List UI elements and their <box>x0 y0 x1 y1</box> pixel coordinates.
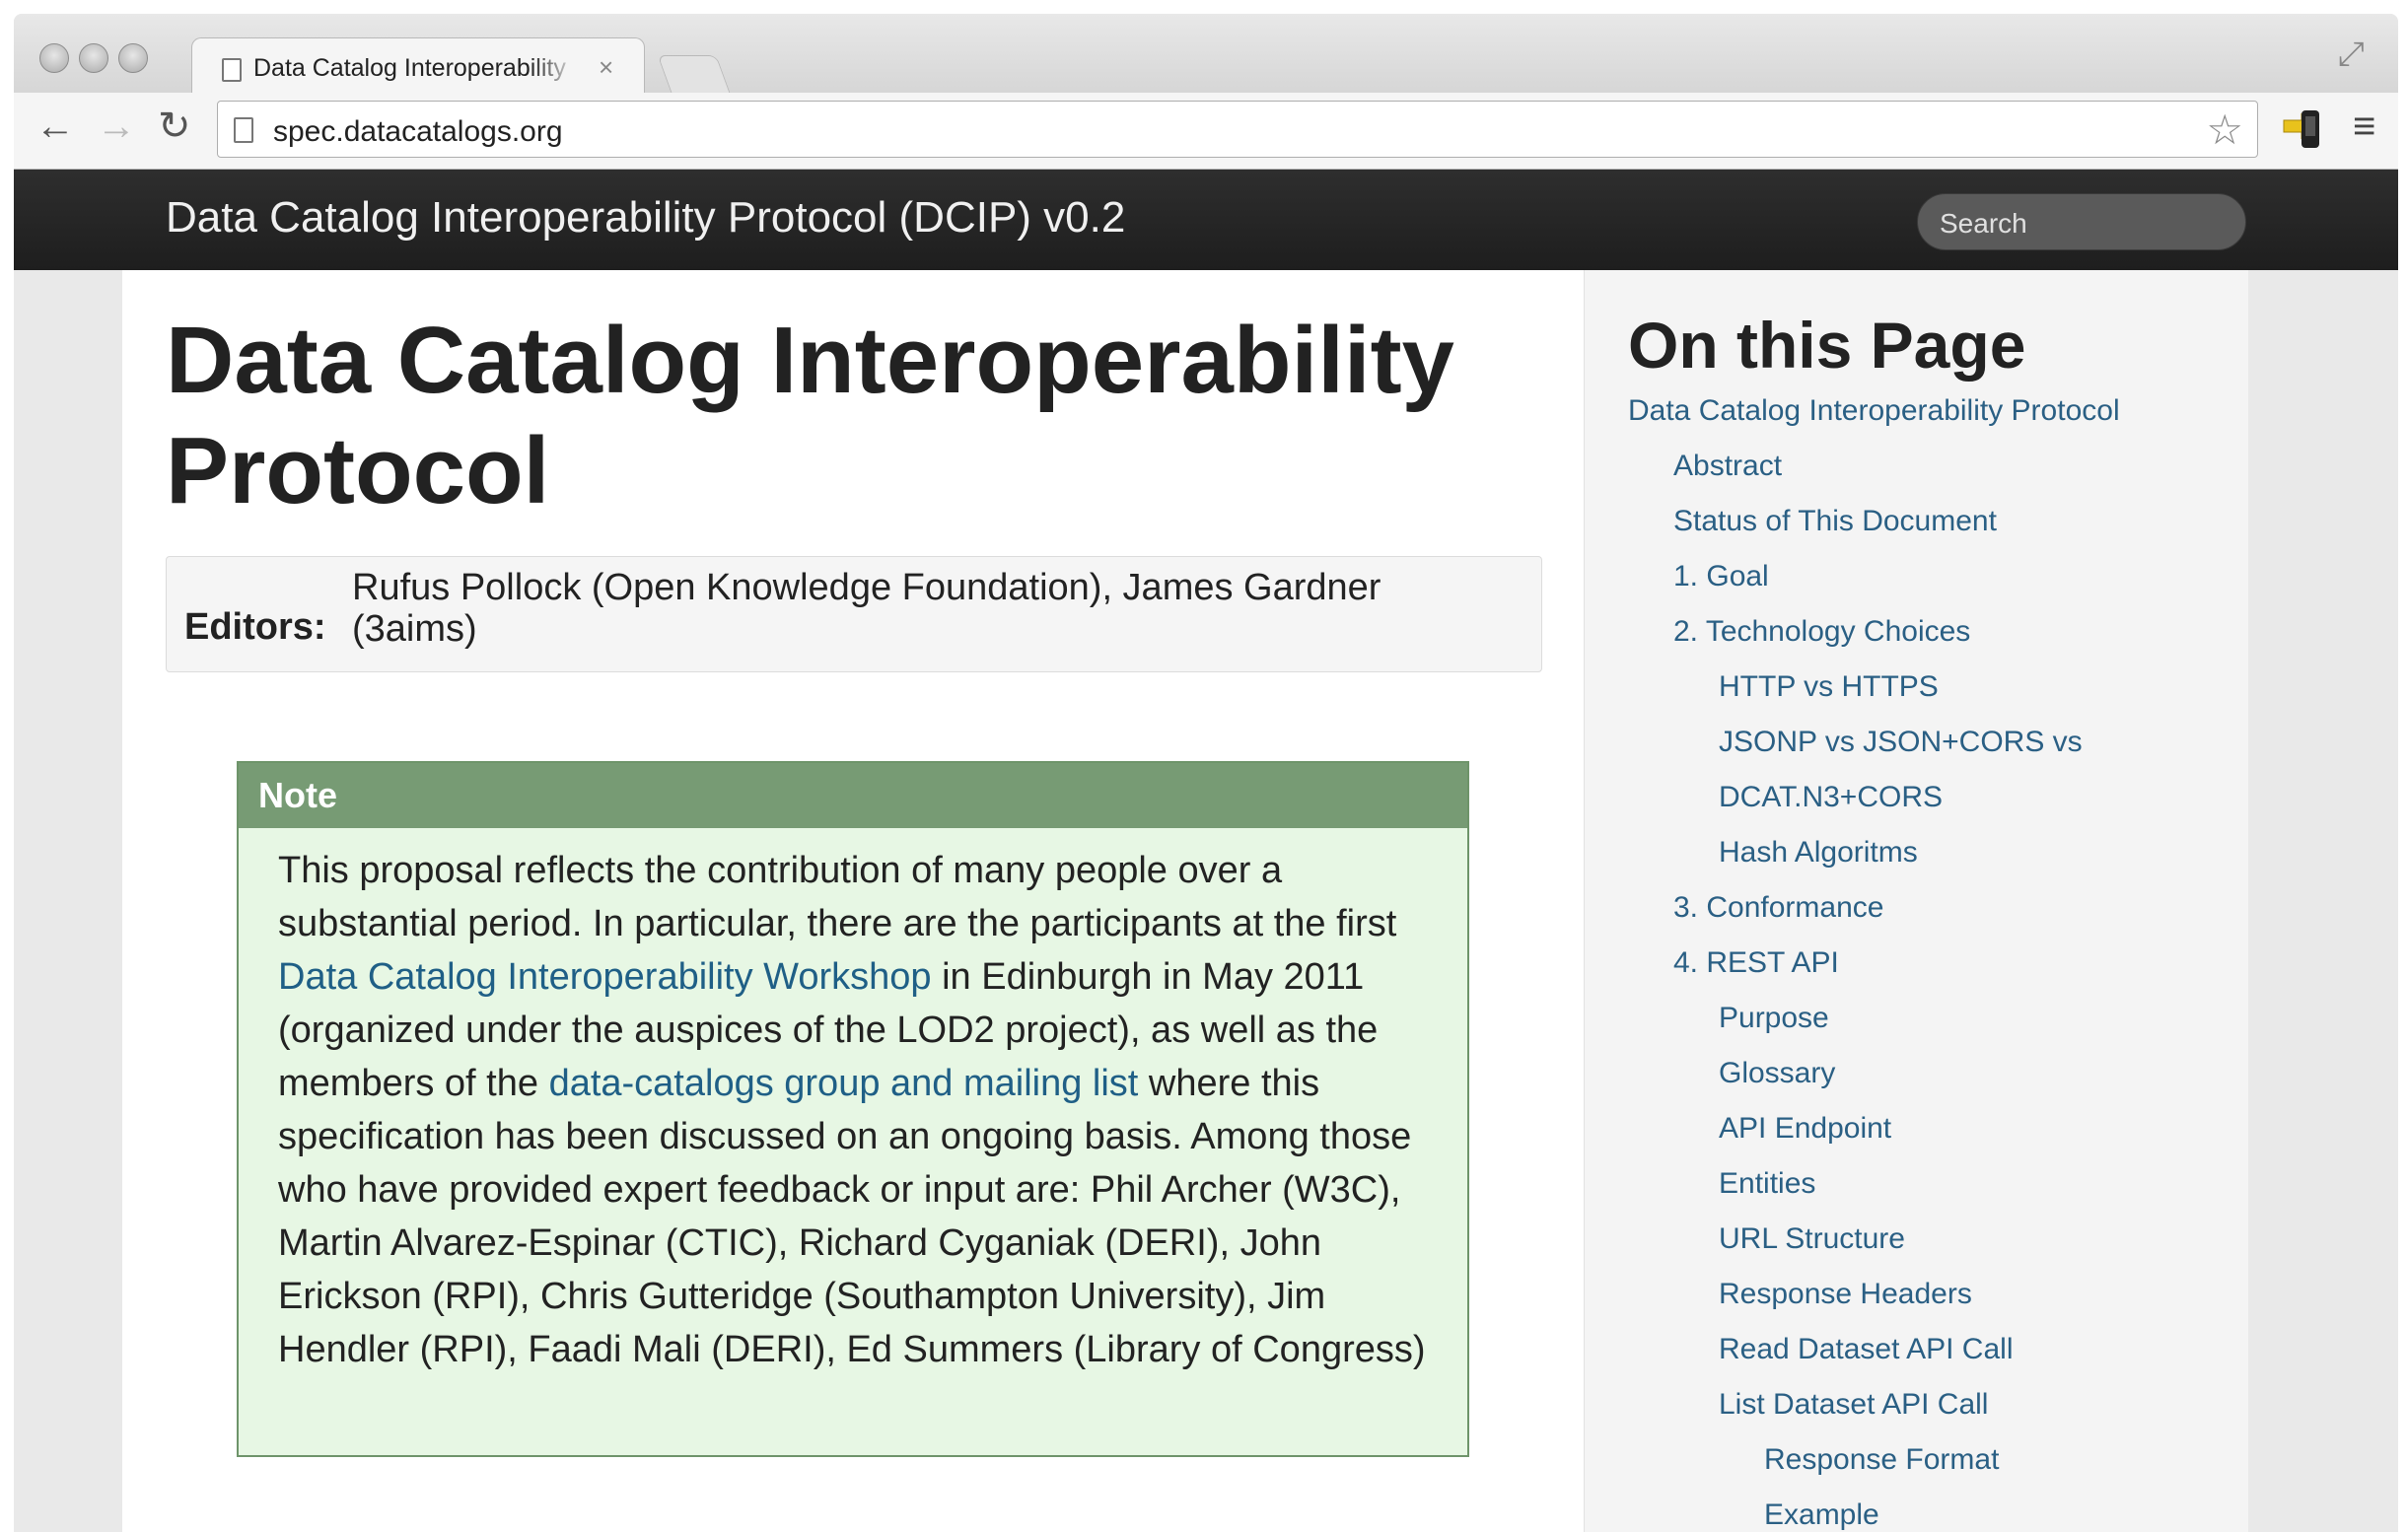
toc-item[interactable]: Read Dataset API Call <box>1719 1333 2014 1366</box>
minimize-window-button[interactable] <box>79 43 108 73</box>
toc-item[interactable]: Glossary <box>1719 1057 1835 1090</box>
fullscreen-icon[interactable]: ⤢ <box>2338 35 2365 74</box>
toc-item[interactable]: HTTP vs HTTPS <box>1719 670 1939 704</box>
tab-close-icon[interactable]: × <box>599 52 613 83</box>
close-window-button[interactable] <box>39 43 69 73</box>
menu-icon[interactable]: ≡ <box>2353 104 2375 149</box>
note-heading: Note <box>239 763 1467 828</box>
workshop-link[interactable]: Data Catalog Interoperability Workshop <box>278 956 932 998</box>
toc-item[interactable]: DCAT.N3+CORS <box>1719 781 1943 814</box>
zoom-window-button[interactable] <box>118 43 148 73</box>
title-bar: Data Catalog Interoperability × ⤢ <box>14 14 2398 96</box>
toc-item[interactable]: Response Headers <box>1719 1278 1972 1311</box>
search-input[interactable]: Search <box>1917 193 2246 250</box>
browser-window: Data Catalog Interoperability × ⤢ ← → ↻ … <box>14 14 2398 1532</box>
note-text: This proposal reflects the contribution … <box>278 850 1397 944</box>
url-text: spec.datacatalogs.org <box>273 115 563 148</box>
browser-toolbar: ← → ↻ spec.datacatalogs.org ☆ ≡ <box>14 93 2398 170</box>
toc-item[interactable]: 2. Technology Choices <box>1673 615 1970 649</box>
reload-icon[interactable]: ↻ <box>158 106 191 146</box>
new-tab-button[interactable] <box>657 55 732 96</box>
toc-item[interactable]: Purpose <box>1719 1002 1829 1035</box>
browser-tab[interactable]: Data Catalog Interoperability × <box>191 37 645 95</box>
toc-item[interactable]: 4. REST API <box>1673 946 1839 980</box>
toc-item[interactable]: 1. Goal <box>1673 560 1769 593</box>
editors-box: Editors: Rufus Pollock (Open Knowledge F… <box>166 556 1542 672</box>
toc-item[interactable]: Abstract <box>1673 450 1782 483</box>
toc-item[interactable]: List Dataset API Call <box>1719 1388 1988 1422</box>
page-content: Data Catalog Interoperability Protocol E… <box>122 270 2248 1532</box>
site-navbar: Data Catalog Interoperability Protocol (… <box>14 170 2398 270</box>
address-bar[interactable]: spec.datacatalogs.org ☆ <box>217 101 2258 158</box>
note-body: This proposal reflects the contribution … <box>278 844 1442 1376</box>
tab-title: Data Catalog Interoperability <box>253 54 566 82</box>
toc-item[interactable]: JSONP vs JSON+CORS vs <box>1719 726 2083 759</box>
page-icon <box>234 117 253 143</box>
note-box: Note This proposal reflects the contribu… <box>237 761 1469 1457</box>
site-brand-link[interactable]: Data Catalog Interoperability Protocol (… <box>166 193 1125 243</box>
mailing-list-link[interactable]: data-catalogs group and mailing list <box>549 1063 1139 1104</box>
back-arrow-icon[interactable]: ← <box>35 106 75 146</box>
document-icon <box>222 58 242 82</box>
editors-label: Editors: <box>184 606 326 648</box>
toc-item[interactable]: Status of This Document <box>1673 505 1997 538</box>
note-text: where this specification has been discus… <box>278 1063 1426 1370</box>
toc-item[interactable]: API Endpoint <box>1719 1112 1891 1146</box>
extension-icon[interactable] <box>2282 106 2321 152</box>
toc-item[interactable]: 3. Conformance <box>1673 891 1883 925</box>
bookmark-star-icon[interactable]: ☆ <box>2206 105 2243 154</box>
page-viewport: Data Catalog Interoperability Protocol (… <box>14 170 2398 1532</box>
toc-item[interactable]: Entities <box>1719 1167 1815 1201</box>
editors-value: Rufus Pollock (Open Knowledge Foundation… <box>352 567 1381 650</box>
toc-title: On this Page <box>1628 309 2026 382</box>
toc-sidebar: On this Page Data Catalog Interoperabili… <box>1584 270 2248 1532</box>
toc-item[interactable]: Response Format <box>1764 1443 1999 1477</box>
toc-item[interactable]: Data Catalog Interoperability Protocol <box>1628 394 2120 428</box>
page-title: Data Catalog Interoperability Protocol <box>166 308 1454 523</box>
toc-item[interactable]: Example <box>1764 1498 1879 1532</box>
toc-item[interactable]: URL Structure <box>1719 1222 1905 1256</box>
forward-arrow-icon[interactable]: → <box>97 106 136 146</box>
toc-item[interactable]: Hash Algoritms <box>1719 836 1918 870</box>
